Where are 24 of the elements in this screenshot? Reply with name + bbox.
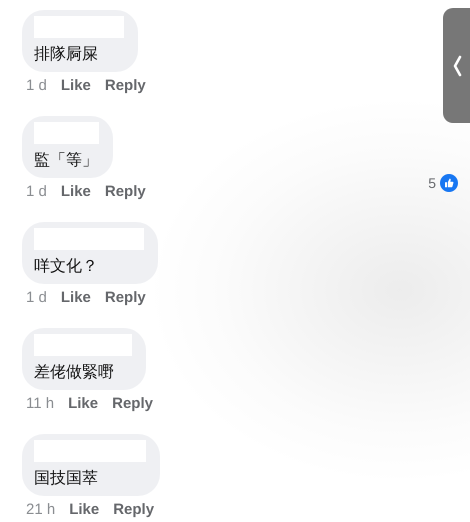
- comment-time: 11 h: [26, 395, 54, 412]
- comment-text: 差佬做緊嘢: [34, 362, 115, 382]
- reply-link[interactable]: Reply: [113, 501, 154, 518]
- like-link[interactable]: Like: [60, 183, 91, 200]
- reply-link[interactable]: Reply: [104, 183, 146, 200]
- reply-link[interactable]: Reply: [104, 77, 146, 94]
- comment-time: 1 d: [26, 183, 47, 200]
- like-link[interactable]: Like: [60, 289, 91, 306]
- comment-text: 国技国萃: [34, 468, 99, 488]
- reply-link[interactable]: Reply: [112, 395, 153, 412]
- comment-text: 排隊屙屎: [34, 44, 99, 64]
- chevron-left-icon: [452, 54, 462, 76]
- comment-time: 1 d: [26, 289, 47, 306]
- like-link[interactable]: Like: [68, 395, 98, 412]
- comment-time: 21 h: [26, 501, 56, 518]
- comment-time: 1 d: [26, 77, 47, 94]
- reaction-count: 5: [428, 175, 436, 191]
- like-link[interactable]: Like: [60, 77, 91, 94]
- like-link[interactable]: Like: [69, 501, 100, 518]
- reply-link[interactable]: Reply: [104, 289, 146, 306]
- side-panel-tab[interactable]: [443, 8, 470, 123]
- thumbs-up-icon: [440, 174, 458, 192]
- comment-text: 咩文化？: [34, 256, 99, 276]
- comment-text: 監「等」: [34, 150, 99, 170]
